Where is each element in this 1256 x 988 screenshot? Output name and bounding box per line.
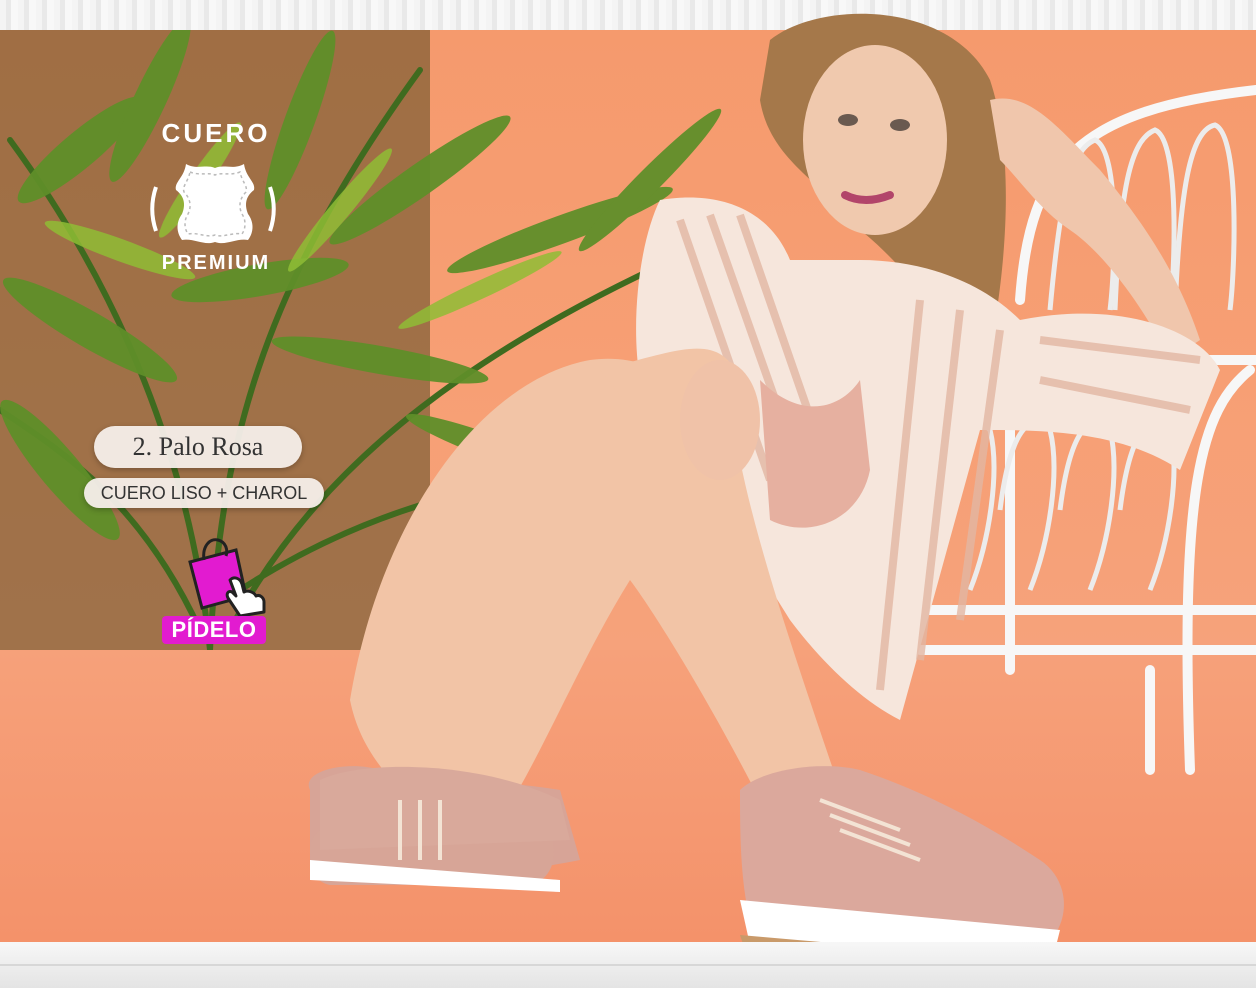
model-photo: [308, 13, 1220, 975]
order-button-label[interactable]: PÍDELO: [162, 616, 266, 644]
badge-bottom-text: PREMIUM: [161, 252, 271, 274]
leather-hide-icon: [175, 164, 255, 244]
product-name-label: 2. Palo Rosa: [94, 426, 302, 468]
shopping-bag-icon: [188, 538, 266, 618]
promo-banner: CUERO PREMIUM 2. Palo Rosa CUERO LISO + …: [0, 0, 1256, 988]
product-material-label: CUERO LISO + CHAROL: [84, 478, 324, 508]
premium-leather-badge: CUERO PREMIUM: [132, 118, 300, 292]
bottom-strip: [0, 942, 1256, 988]
order-button[interactable]: PÍDELO: [160, 536, 270, 646]
badge-top-text: CUERO: [161, 118, 271, 148]
